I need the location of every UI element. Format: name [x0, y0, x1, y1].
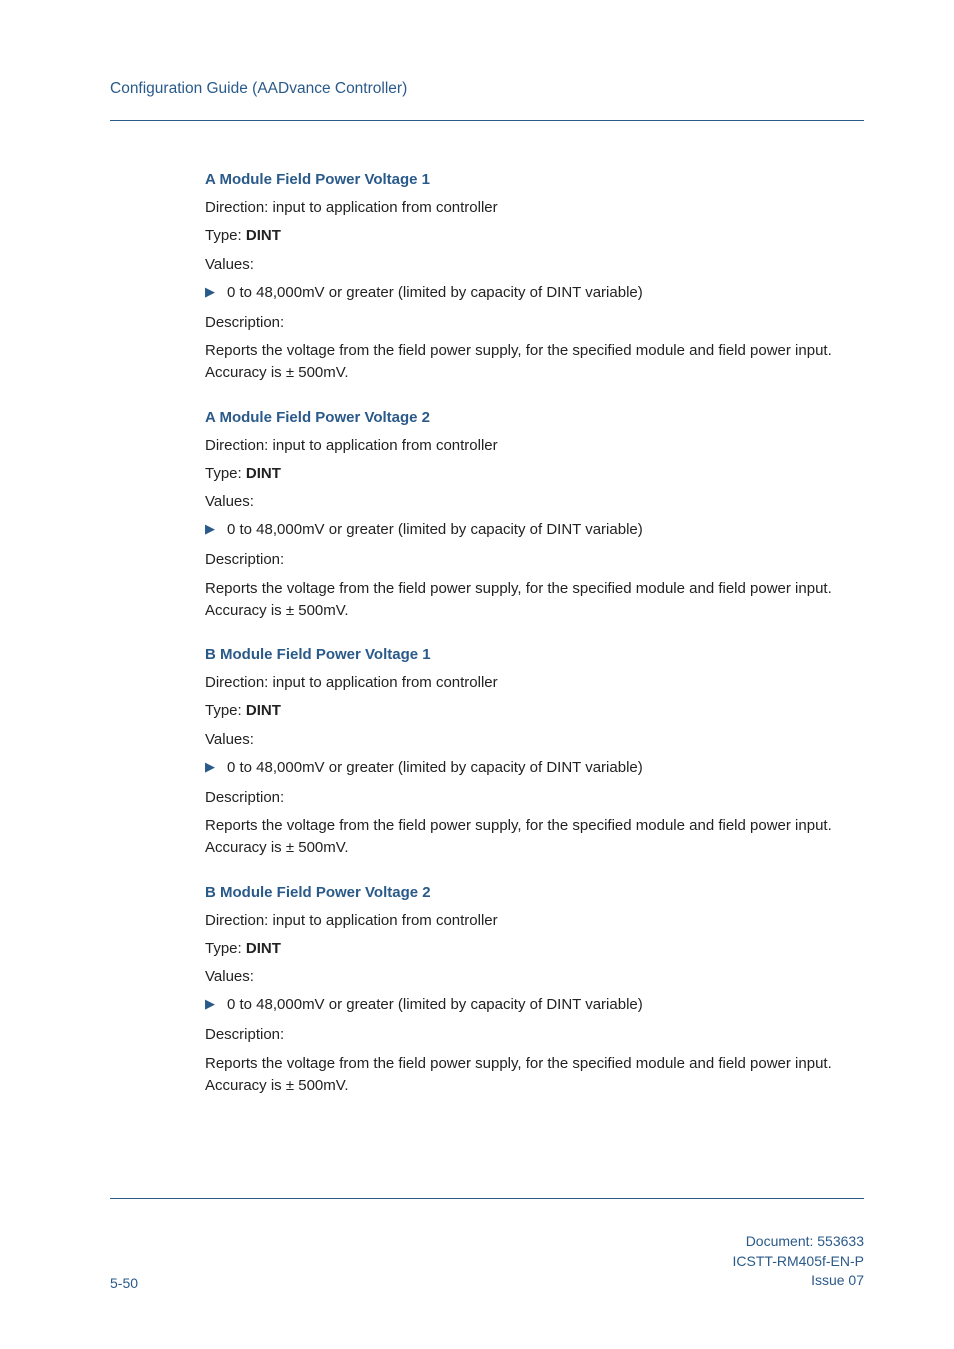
bullet-item: ▶ 0 to 48,000mV or greater (limited by c…: [205, 994, 864, 1016]
section-heading: B Module Field Power Voltage 2: [205, 882, 864, 904]
description-label: Description:: [205, 787, 864, 809]
description-label: Description:: [205, 312, 864, 334]
footer-rule: [110, 1198, 864, 1199]
section-heading: B Module Field Power Voltage 1: [205, 644, 864, 666]
footer-pub: ICSTT-RM405f-EN-P: [733, 1252, 864, 1272]
description-body: Reports the voltage from the field power…: [205, 340, 864, 384]
type-value: DINT: [246, 227, 281, 244]
section-b2: B Module Field Power Voltage 2 Direction…: [110, 882, 864, 1098]
type-value: DINT: [246, 465, 281, 482]
section-heading: A Module Field Power Voltage 1: [205, 169, 864, 191]
type-line: Type: DINT: [205, 463, 864, 485]
values-label: Values:: [205, 729, 864, 751]
direction-line: Direction: input to application from con…: [205, 910, 864, 932]
values-label: Values:: [205, 491, 864, 513]
section-b1: B Module Field Power Voltage 1 Direction…: [110, 644, 864, 860]
bullet-item: ▶ 0 to 48,000mV or greater (limited by c…: [205, 757, 864, 779]
values-label: Values:: [205, 254, 864, 276]
description-body: Reports the voltage from the field power…: [205, 578, 864, 622]
bullet-item: ▶ 0 to 48,000mV or greater (limited by c…: [205, 519, 864, 541]
triangle-right-icon: ▶: [205, 994, 215, 1014]
bullet-text: 0 to 48,000mV or greater (limited by cap…: [227, 282, 643, 304]
values-label: Values:: [205, 966, 864, 988]
type-line: Type: DINT: [205, 700, 864, 722]
description-label: Description:: [205, 549, 864, 571]
type-value: DINT: [246, 940, 281, 957]
bullet-item: ▶ 0 to 48,000mV or greater (limited by c…: [205, 282, 864, 304]
footer-doc: Document: 553633: [733, 1232, 864, 1252]
description-label: Description:: [205, 1024, 864, 1046]
type-prefix: Type:: [205, 940, 246, 957]
direction-line: Direction: input to application from con…: [205, 672, 864, 694]
page-footer: 5-50 Document: 553633 ICSTT-RM405f-EN-P …: [110, 1232, 864, 1291]
footer-page-number: 5-50: [110, 1275, 138, 1291]
footer-issue: Issue 07: [733, 1271, 864, 1291]
type-prefix: Type:: [205, 227, 246, 244]
type-prefix: Type:: [205, 465, 246, 482]
type-line: Type: DINT: [205, 938, 864, 960]
direction-line: Direction: input to application from con…: [205, 197, 864, 219]
section-heading: A Module Field Power Voltage 2: [205, 407, 864, 429]
triangle-right-icon: ▶: [205, 757, 215, 777]
type-line: Type: DINT: [205, 225, 864, 247]
type-prefix: Type:: [205, 702, 246, 719]
bullet-text: 0 to 48,000mV or greater (limited by cap…: [227, 994, 643, 1016]
bullet-text: 0 to 48,000mV or greater (limited by cap…: [227, 519, 643, 541]
direction-line: Direction: input to application from con…: [205, 435, 864, 457]
triangle-right-icon: ▶: [205, 282, 215, 302]
type-value: DINT: [246, 702, 281, 719]
triangle-right-icon: ▶: [205, 519, 215, 539]
bullet-text: 0 to 48,000mV or greater (limited by cap…: [227, 757, 643, 779]
description-body: Reports the voltage from the field power…: [205, 1053, 864, 1097]
footer-right: Document: 553633 ICSTT-RM405f-EN-P Issue…: [733, 1232, 864, 1291]
header-title: Configuration Guide (AADvance Controller…: [110, 80, 407, 97]
section-a1: A Module Field Power Voltage 1 Direction…: [110, 169, 864, 385]
section-a2: A Module Field Power Voltage 2 Direction…: [110, 407, 864, 623]
page-header: Configuration Guide (AADvance Controller…: [110, 80, 864, 121]
description-body: Reports the voltage from the field power…: [205, 815, 864, 859]
